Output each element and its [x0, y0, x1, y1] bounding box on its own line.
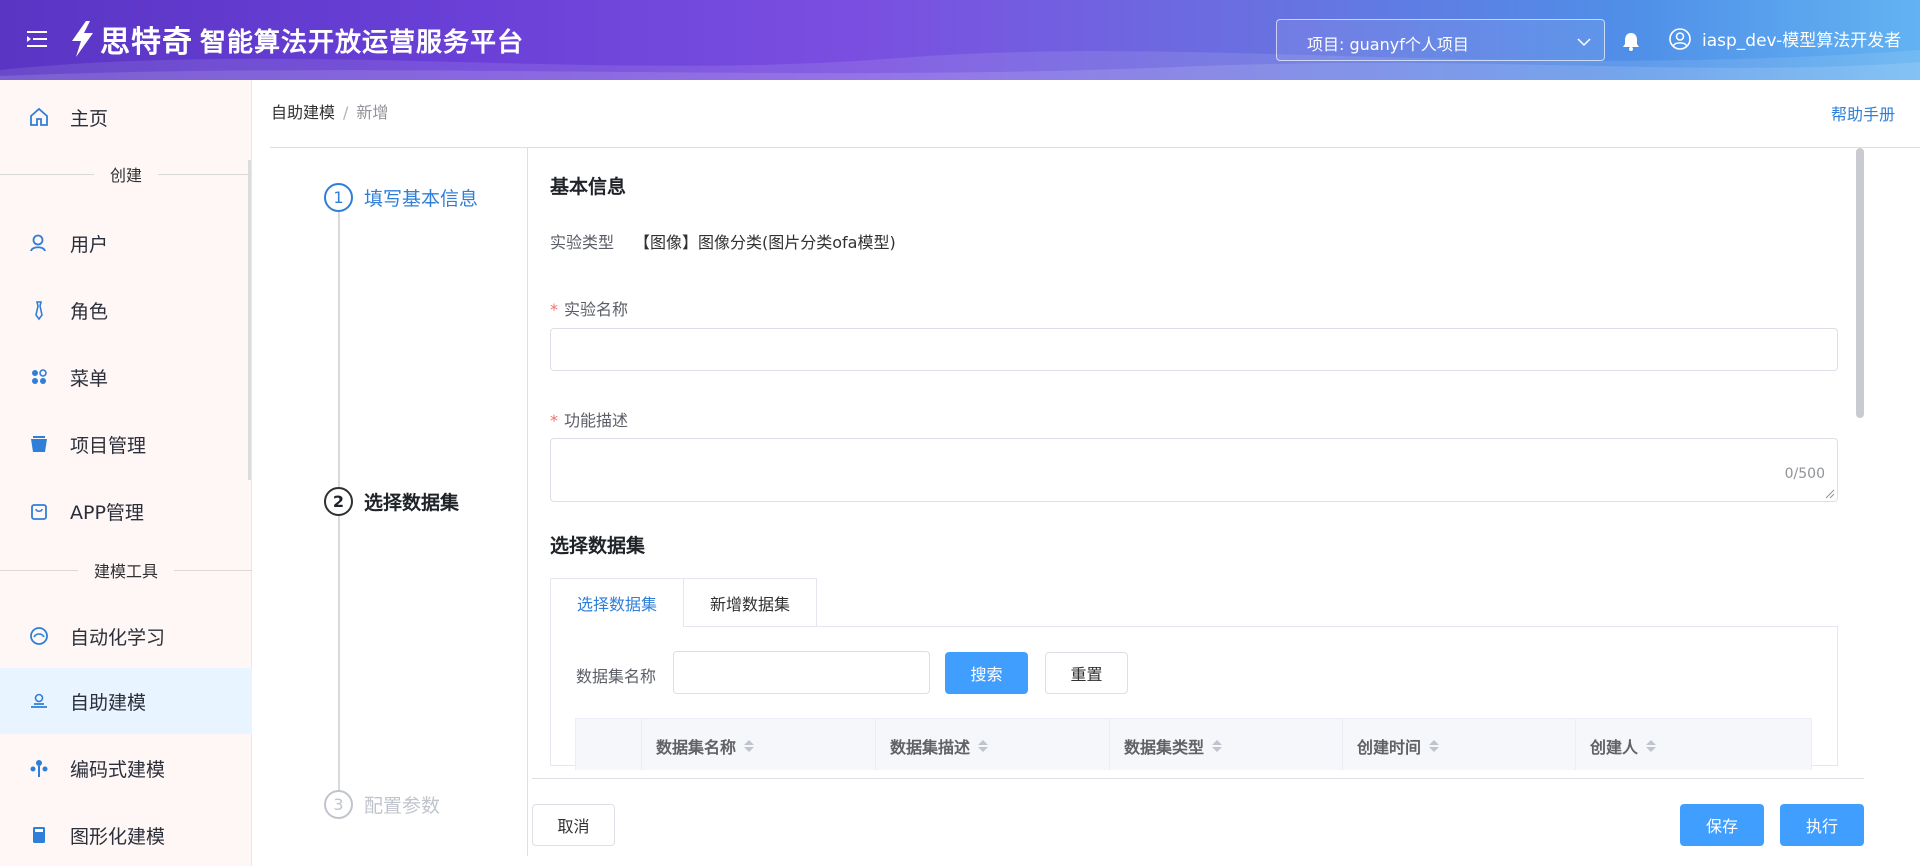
- user-name: iasp_dev-模型算法开发者: [1702, 31, 1902, 51]
- project-select[interactable]: 项目: guanyf个人项目: [1276, 19, 1605, 61]
- sort-icon: [978, 740, 989, 752]
- sidebar: 主页 创建 用户 角色 菜单 项目管理 APP管理 建模工具 自动化学习 自助建…: [0, 80, 253, 868]
- column-header[interactable]: 数据集名称: [641, 719, 875, 773]
- top-header: 思特奇 智能算法开放运营服务平台 项目: guanyf个人项目 iasp_dev…: [0, 0, 1920, 80]
- sidebar-group-label: 建模工具: [94, 562, 159, 581]
- column-header[interactable]: 数据集类型: [1109, 719, 1342, 773]
- sidebar-item-label: 项目管理: [70, 434, 147, 457]
- main-scrollbar[interactable]: [1856, 148, 1864, 418]
- column-header[interactable]: 数据集描述: [875, 719, 1109, 773]
- bell-icon[interactable]: [1620, 30, 1642, 52]
- column-header[interactable]: 创建时间: [1342, 719, 1575, 773]
- footer-divider: [532, 778, 1864, 779]
- required-mark: *: [550, 300, 558, 319]
- brain-icon: [28, 625, 50, 647]
- user-menu[interactable]: iasp_dev-模型算法开发者: [1668, 26, 1901, 51]
- home-icon: [28, 106, 50, 128]
- sidebar-item-label: APP管理: [70, 501, 144, 524]
- sidebar-item-label: 用户: [70, 233, 109, 256]
- logo-text: 思特奇: [100, 25, 193, 60]
- column-header[interactable]: 创建人: [1575, 719, 1811, 773]
- dataset-table-header: 数据集名称 数据集描述 数据集类型 创建时间 创建人: [575, 718, 1812, 773]
- sort-icon: [1429, 740, 1440, 752]
- dataset-name-label: 数据集名称: [576, 667, 657, 686]
- step-select-dataset[interactable]: 2 选择数据集: [324, 487, 459, 516]
- section-title-basic: 基本信息: [550, 176, 627, 198]
- project-select-value: 项目: guanyf个人项目: [1307, 35, 1469, 54]
- sidebar-group-tools: 建模工具: [0, 560, 253, 581]
- grid-icon: [28, 366, 50, 388]
- basket-icon: [28, 433, 50, 455]
- tab-new-dataset[interactable]: 新增数据集: [683, 578, 817, 627]
- tab-select-dataset[interactable]: 选择数据集: [550, 578, 684, 627]
- sidebar-item-apps[interactable]: APP管理: [0, 478, 252, 544]
- help-manual-link[interactable]: 帮助手册: [1831, 101, 1895, 125]
- sort-icon: [744, 740, 755, 752]
- tie-icon: [28, 299, 50, 321]
- sidebar-item-code-modeling[interactable]: 编码式建模: [0, 735, 252, 801]
- step-label: 配置参数: [364, 795, 441, 817]
- sidebar-item-label: 菜单: [70, 367, 109, 390]
- resize-handle-icon[interactable]: [1825, 489, 1835, 499]
- sidebar-item-menus[interactable]: 菜单: [0, 344, 252, 410]
- sidebar-item-label: 主页: [70, 107, 109, 130]
- brand-logo[interactable]: 思特奇: [66, 17, 193, 61]
- description-textarea[interactable]: 0/500: [550, 438, 1838, 502]
- sort-icon: [1646, 740, 1657, 752]
- chevron-down-icon: [1577, 38, 1591, 47]
- node-icon: [28, 757, 50, 779]
- step-label: 选择数据集: [364, 492, 460, 514]
- sidebar-item-home[interactable]: 主页: [0, 84, 252, 150]
- sidebar-item-label: 角色: [70, 300, 109, 323]
- execute-button[interactable]: 执行: [1780, 804, 1864, 846]
- step-label: 填写基本信息: [364, 188, 479, 210]
- cancel-button[interactable]: 取消: [532, 804, 615, 846]
- sidebar-item-visual-modeling[interactable]: 图形化建模: [0, 802, 252, 868]
- model-icon: [28, 690, 50, 712]
- experiment-name-input[interactable]: [550, 328, 1838, 371]
- save-button[interactable]: 保存: [1680, 804, 1764, 846]
- section-title-dataset: 选择数据集: [550, 535, 646, 557]
- description-label: * 功能描述: [550, 411, 629, 430]
- bag-icon: [28, 500, 50, 522]
- breadcrumb-root[interactable]: 自助建模: [271, 103, 335, 122]
- calculator-icon: [28, 824, 50, 846]
- reset-button[interactable]: 重置: [1045, 652, 1128, 694]
- experiment-type-value: 【图像】图像分类(图片分类ofa模型): [634, 233, 896, 252]
- sidebar-item-automl[interactable]: 自动化学习: [0, 603, 252, 669]
- search-button[interactable]: 搜索: [945, 652, 1028, 694]
- required-mark: *: [550, 411, 558, 430]
- sidebar-item-projects[interactable]: 项目管理: [0, 411, 252, 477]
- sidebar-group-create: 创建: [0, 164, 253, 185]
- user-avatar-icon: [1669, 27, 1691, 50]
- sidebar-item-users[interactable]: 用户: [0, 210, 252, 276]
- experiment-type-label: 实验类型: [550, 233, 615, 252]
- sidebar-item-label: 图形化建模: [70, 825, 166, 848]
- steps-divider: [527, 148, 528, 856]
- sort-icon: [1212, 740, 1223, 752]
- sidebar-item-label: 编码式建模: [70, 758, 166, 781]
- experiment-name-label: * 实验名称: [550, 300, 629, 319]
- sidebar-item-label: 自动化学习: [70, 626, 166, 649]
- header-divider: [270, 147, 1920, 148]
- step-number: 2: [324, 487, 353, 516]
- user-icon: [28, 232, 50, 254]
- sidebar-item-roles[interactable]: 角色: [0, 277, 252, 343]
- sidebar-item-label: 自助建模: [70, 691, 147, 714]
- breadcrumb: 自助建模 / 新增: [271, 99, 388, 123]
- breadcrumb-separator: /: [343, 103, 349, 122]
- step-basic-info[interactable]: 1 填写基本信息: [324, 183, 478, 212]
- sidebar-group-label: 创建: [110, 166, 143, 185]
- step-number: 1: [324, 183, 353, 212]
- step-number: 3: [324, 790, 353, 819]
- dataset-name-input[interactable]: [673, 651, 930, 694]
- platform-title: 智能算法开放运营服务平台: [200, 28, 525, 58]
- menu-toggle-icon[interactable]: [26, 28, 48, 50]
- logo-bolt-icon: [72, 21, 93, 57]
- step-config-params[interactable]: 3 配置参数: [324, 790, 440, 819]
- char-counter: 0/500: [1784, 466, 1825, 482]
- breadcrumb-current: 新增: [356, 103, 389, 122]
- sidebar-item-self-modeling[interactable]: 自助建模: [0, 668, 252, 734]
